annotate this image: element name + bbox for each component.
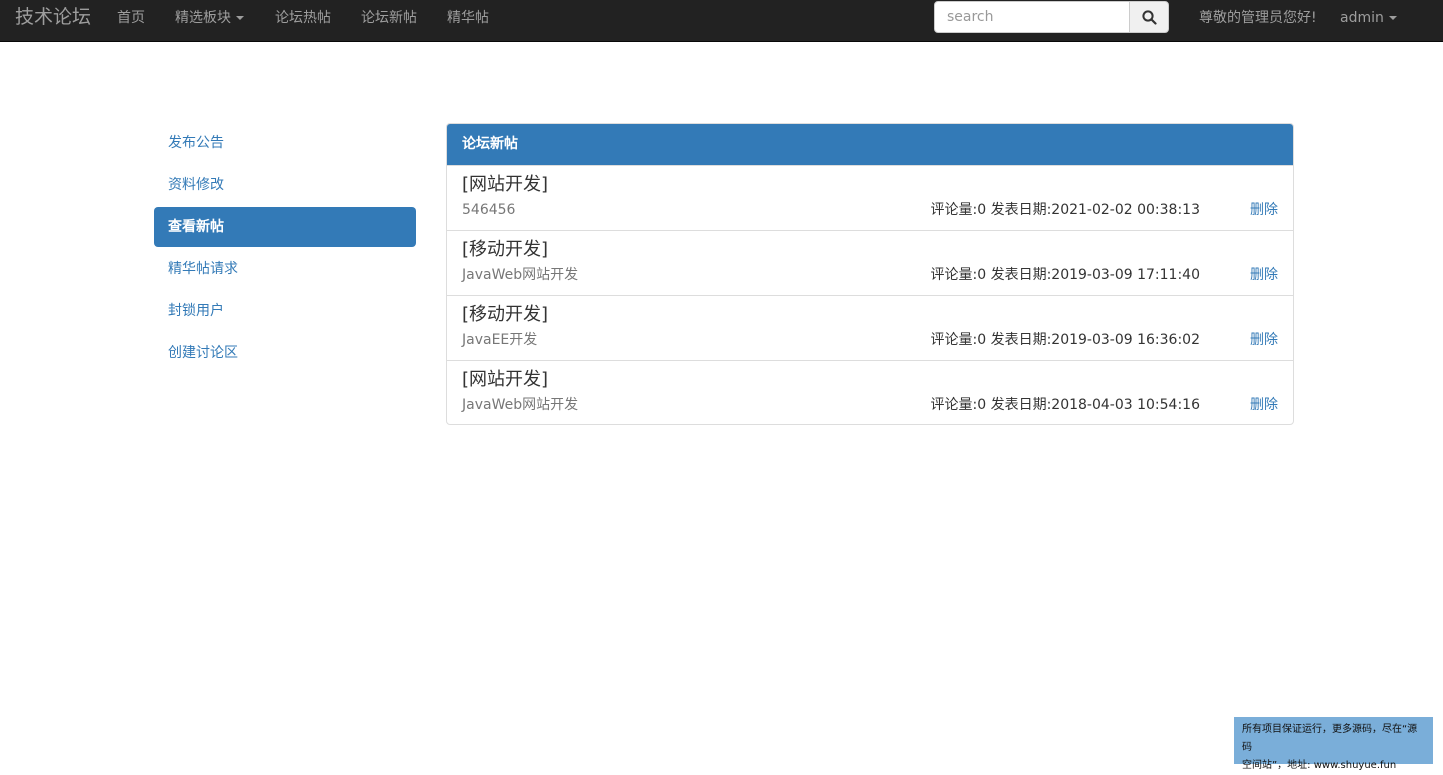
new-posts-panel: 论坛新帖 [网站开发] 546456 评论量:0 发表日期:2021-02-02… — [446, 123, 1294, 425]
post-meta: 评论量:0 发表日期:2021-02-02 00:38:13 — [930, 202, 1200, 218]
nav-item-label: 论坛热帖 — [275, 10, 331, 26]
post-summary: JavaEE开发 — [462, 332, 538, 348]
nav-item-label: 首页 — [117, 10, 145, 26]
admin-greeting: 尊敬的管理员您好! — [1199, 10, 1317, 26]
post-meta: 评论量:0 发表日期:2019-03-09 16:36:02 — [930, 332, 1200, 348]
post-title[interactable]: [网站开发] — [462, 174, 548, 196]
nav-item-label: 精华帖 — [447, 10, 489, 26]
post-title[interactable]: [移动开发] — [462, 239, 548, 261]
sidebar-item-view-new-posts[interactable]: 查看新帖 — [154, 207, 416, 247]
user-menu-dropdown[interactable]: admin — [1340, 10, 1397, 26]
caret-down-icon — [236, 16, 244, 20]
post-summary: JavaWeb网站开发 — [462, 267, 579, 283]
source-site-note: 所有项目保证运行，更多源码，尽在“源码 空间站”，地址: www.shuyue.… — [1234, 717, 1433, 771]
post-row: [移动开发] JavaWeb网站开发 评论量:0 发表日期:2019-03-09… — [447, 230, 1293, 295]
post-summary: 546456 — [462, 202, 516, 218]
nav-item-hot-posts[interactable]: 论坛热帖 — [275, 10, 331, 26]
caret-down-icon — [1388, 16, 1397, 20]
post-summary: JavaWeb网站开发 — [462, 397, 579, 413]
top-navbar: 技术论坛 首页 精选板块 论坛热帖 论坛新帖 精华帖 尊敬的管理员您好! adm… — [0, 0, 1443, 42]
post-row: [网站开发] JavaWeb网站开发 评论量:0 发表日期:2018-04-03… — [447, 360, 1293, 424]
panel-title: 论坛新帖 — [447, 124, 1293, 165]
post-row: [移动开发] JavaEE开发 评论量:0 发表日期:2019-03-09 16… — [447, 295, 1293, 360]
post-title[interactable]: [网站开发] — [462, 369, 548, 391]
note-line: 空间站”，地址: www.shuyue.fun — [1242, 760, 1397, 771]
sidebar-item-publish-announcement[interactable]: 发布公告 — [154, 123, 416, 163]
delete-post-link[interactable]: 删除 — [1250, 202, 1278, 218]
delete-post-link[interactable]: 删除 — [1250, 267, 1278, 283]
post-row: [网站开发] 546456 评论量:0 发表日期:2021-02-02 00:3… — [447, 165, 1293, 230]
search-icon — [1142, 10, 1157, 25]
nav-item-featured-boards-dropdown[interactable]: 精选板块 — [175, 10, 244, 26]
sidebar-item-create-forum[interactable]: 创建讨论区 — [154, 333, 416, 373]
nav-item-new-posts[interactable]: 论坛新帖 — [361, 10, 417, 26]
delete-post-link[interactable]: 删除 — [1250, 332, 1278, 348]
nav-item-label: 论坛新帖 — [361, 10, 417, 26]
note-line: 所有项目保证运行，更多源码，尽在“源码 — [1242, 724, 1418, 753]
brand-logo[interactable]: 技术论坛 — [15, 6, 91, 28]
search-button[interactable] — [1129, 1, 1169, 33]
post-meta: 评论量:0 发表日期:2018-04-03 10:54:16 — [930, 397, 1200, 413]
search-input[interactable] — [934, 1, 1130, 33]
sidebar-item-essence-requests[interactable]: 精华帖请求 — [154, 249, 416, 289]
sidebar-item-block-users[interactable]: 封锁用户 — [154, 291, 416, 331]
post-meta: 评论量:0 发表日期:2019-03-09 17:11:40 — [930, 267, 1200, 283]
nav-item-label: 精选板块 — [175, 10, 231, 26]
nav-item-essence-posts[interactable]: 精华帖 — [447, 10, 489, 26]
delete-post-link[interactable]: 删除 — [1250, 397, 1278, 413]
nav-item-home[interactable]: 首页 — [117, 10, 145, 26]
user-name: admin — [1340, 10, 1384, 26]
post-title[interactable]: [移动开发] — [462, 304, 548, 326]
sidebar-item-edit-profile[interactable]: 资料修改 — [154, 165, 416, 205]
